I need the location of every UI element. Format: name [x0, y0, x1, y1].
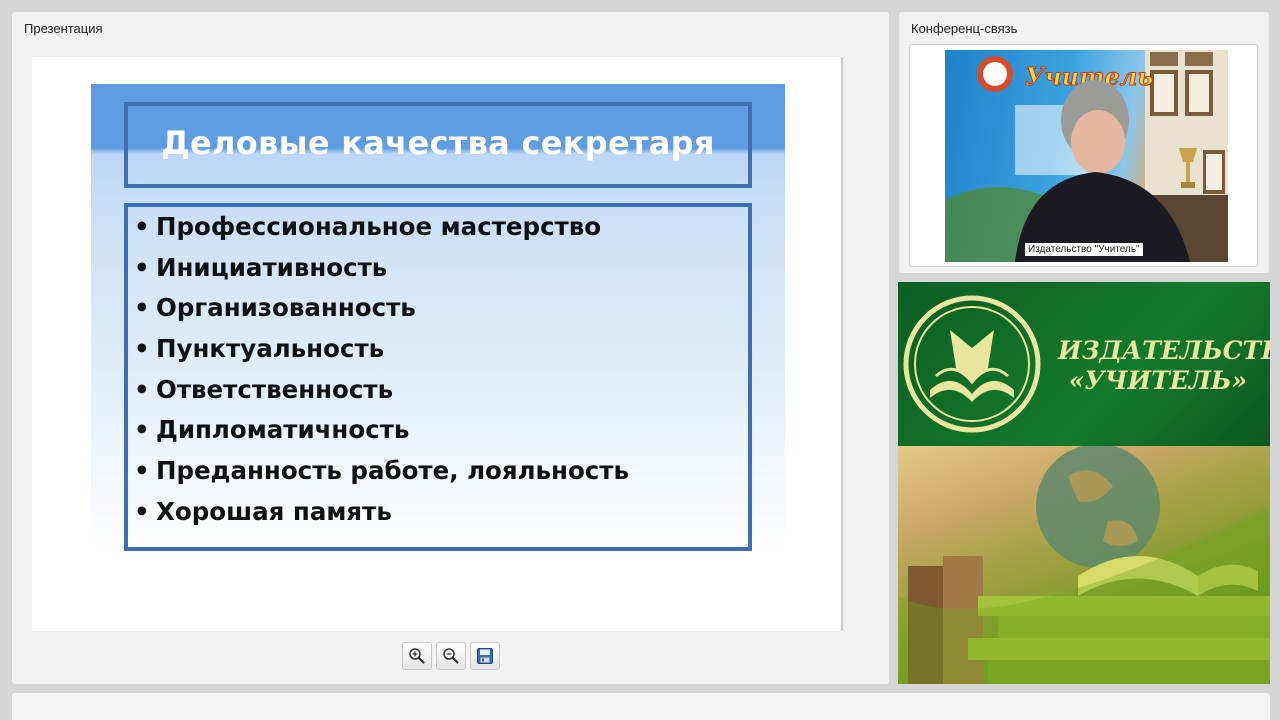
bullet-dot: •: [134, 334, 150, 364]
bullet-dot: •: [134, 456, 150, 486]
bullet-dot: •: [134, 415, 150, 445]
bullet-item: • Организованность: [134, 290, 629, 331]
bullet-text: Профессиональное мастерство: [156, 212, 602, 241]
presentation-panel: Презентация Деловые качества секретаря •…: [12, 12, 889, 684]
video-container: Учитель Издательство "Учитель": [909, 44, 1258, 267]
zoom-in-icon: [409, 648, 425, 664]
bullet-item: • Пунктуальность: [134, 331, 629, 372]
publisher-name-line1: ИЗДАТЕЛЬСТВО: [1058, 336, 1270, 365]
bullet-dot: •: [134, 374, 150, 404]
bullet-text: Дипломатичность: [156, 415, 410, 445]
presentation-panel-title: Презентация: [24, 21, 103, 36]
webcam-scene: Учитель: [945, 50, 1228, 262]
zoom-out-icon: [443, 648, 459, 664]
bullet-item: • Ответственность: [134, 372, 629, 413]
bullet-item: • Преданность работе, лояльность: [134, 453, 629, 494]
bullet-item: • Профессиональное мастерство: [134, 209, 629, 250]
bullet-item: • Инициативность: [134, 250, 629, 291]
publisher-name: ИЗДАТЕЛЬСТВО «УЧИТЕЛЬ»: [1058, 336, 1270, 396]
bullet-text: Хорошая память: [156, 496, 392, 526]
bullet-dot: •: [134, 496, 150, 526]
publisher-banner: ИЗДАТЕЛЬСТВО «УЧИТЕЛЬ»: [898, 282, 1270, 684]
conference-panel-title: Конференц-связь: [911, 21, 1018, 36]
slide-viewport[interactable]: Деловые качества секретаря • Профессионал…: [32, 57, 843, 631]
slide-body-frame: • Профессиональное мастерство • Инициативн…: [124, 203, 752, 551]
bullet-text: Организованность: [156, 293, 416, 323]
banner-header: ИЗДАТЕЛЬСТВО «УЧИТЕЛЬ»: [898, 282, 1270, 446]
slide: Деловые качества секретаря • Профессионал…: [91, 84, 785, 551]
bullet-item: • Дипломатичность: [134, 412, 629, 453]
bullet-dot: •: [134, 212, 150, 241]
banner-image: [898, 446, 1270, 684]
publisher-name-line2: «УЧИТЕЛЬ»: [1068, 366, 1248, 395]
books-globe-illustration: [898, 446, 1270, 684]
save-button[interactable]: [470, 642, 500, 670]
bullet-dot: •: [134, 252, 150, 282]
webcam-video[interactable]: Учитель Издательство "Учитель": [945, 50, 1228, 262]
publisher-logo: [903, 295, 1041, 433]
bottom-panel: [12, 693, 1270, 720]
participant-name-label: Издательство "Учитель": [1025, 243, 1143, 256]
slide-title: Деловые качества секретаря: [161, 124, 715, 162]
bullet-text: Ответственность: [156, 374, 394, 404]
slide-title-frame: Деловые качества секретаря: [124, 102, 752, 188]
bullet-dot: •: [134, 293, 150, 323]
save-icon: [477, 648, 493, 664]
bullet-list: • Профессиональное мастерство • Инициативн…: [134, 209, 629, 535]
bullet-text: Инициативность: [156, 252, 388, 282]
bullet-item: • Хорошая память: [134, 494, 629, 535]
zoom-in-button[interactable]: [402, 642, 432, 670]
conference-panel: Конференц-связь Учитель Издательство "Уч…: [899, 12, 1269, 273]
bullet-text: Преданность работе, лояльность: [156, 456, 629, 486]
slide-toolbar: [402, 642, 500, 670]
zoom-out-button[interactable]: [436, 642, 466, 670]
bullet-text: Пунктуальность: [156, 334, 385, 364]
